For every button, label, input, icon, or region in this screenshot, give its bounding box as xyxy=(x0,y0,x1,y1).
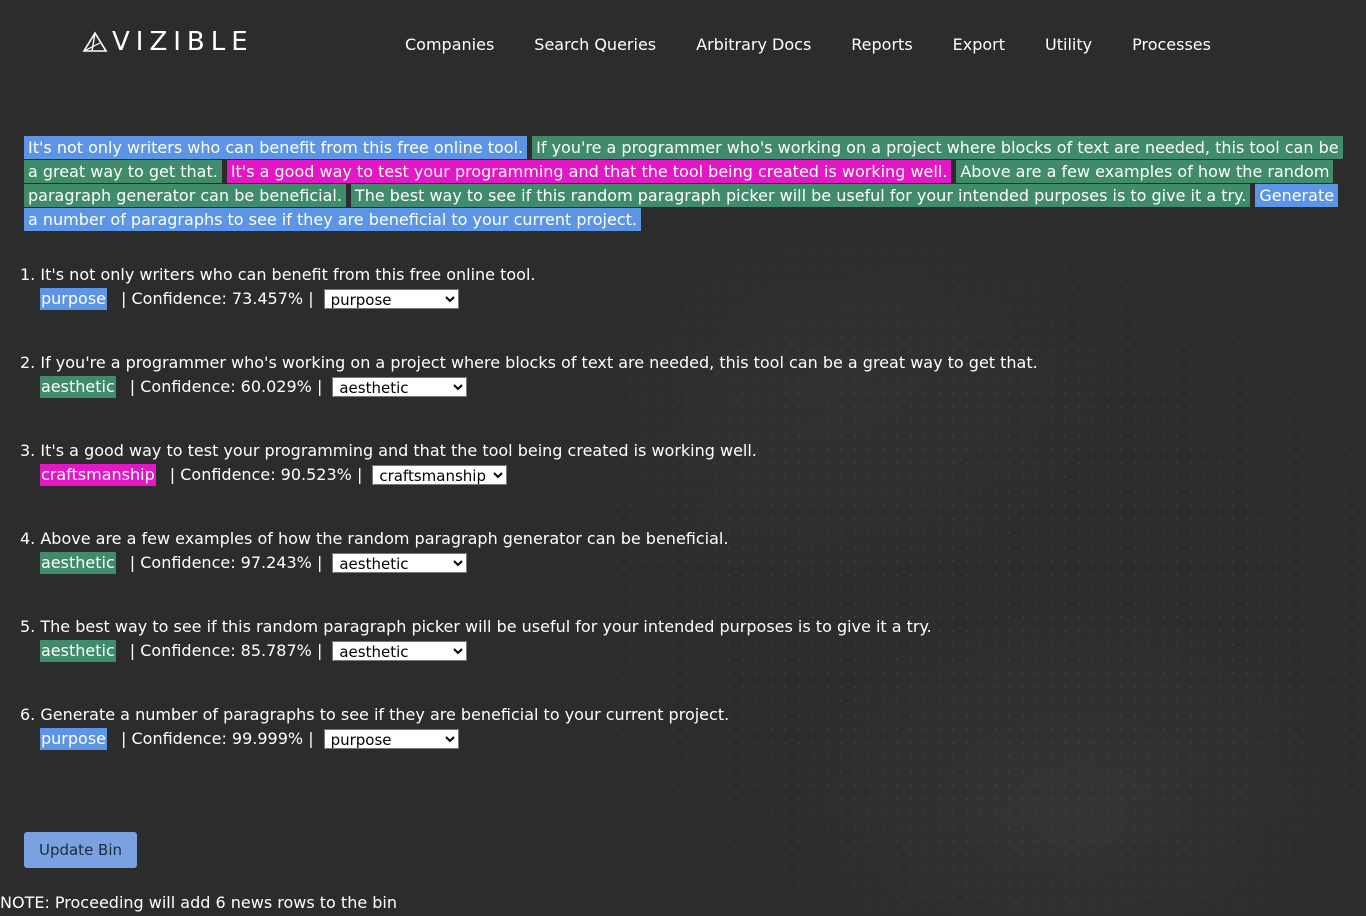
category-tag: aesthetic xyxy=(40,640,116,662)
category-tag: aesthetic xyxy=(40,376,116,398)
sentence-classification: aesthetic | Confidence: 60.029% | aesthe… xyxy=(40,376,468,398)
confidence-text: | Confidence: 73.457% | xyxy=(121,289,314,308)
category-select[interactable]: aesthetic xyxy=(332,377,468,397)
nav-processes[interactable]: Processes xyxy=(1132,35,1211,54)
sentence-text: Above are a few examples of how the rand… xyxy=(40,529,729,548)
sentence-text-line: 6. Generate a number of paragraphs to se… xyxy=(20,704,729,726)
sentence-number: 6. xyxy=(20,705,36,724)
nav-reports[interactable]: Reports xyxy=(851,35,912,54)
nav-utility[interactable]: Utility xyxy=(1045,35,1092,54)
sentence-text: Generate a number of paragraphs to see i… xyxy=(40,705,730,724)
proceed-note: NOTE: Proceeding will add 6 news rows to… xyxy=(0,893,397,912)
sentence-text-line: 5. The best way to see if this random pa… xyxy=(20,616,932,638)
sentence-item: 6. Generate a number of paragraphs to se… xyxy=(0,704,1366,792)
sentence-item: 4. Above are a few examples of how the r… xyxy=(0,528,1366,616)
category-tag: purpose xyxy=(40,288,107,310)
sentence-number: 1. xyxy=(20,265,36,284)
category-tag: craftsmanship xyxy=(40,464,156,486)
sentence-number: 4. xyxy=(20,529,36,548)
sentence-number: 5. xyxy=(20,617,36,636)
sentence-item: 1. It's not only writers who can benefit… xyxy=(0,264,1366,352)
pyramid-logo-icon xyxy=(82,31,108,52)
category-tag: aesthetic xyxy=(40,552,116,574)
sentence-classification: aesthetic | Confidence: 85.787% | aesthe… xyxy=(40,640,468,662)
update-bin-button[interactable]: Update Bin xyxy=(24,832,137,868)
confidence-text: | Confidence: 90.523% | xyxy=(169,465,363,484)
sentence-text: It's not only writers who can benefit fr… xyxy=(40,265,536,284)
sentence-text-line: 1. It's not only writers who can benefit… xyxy=(20,264,535,286)
highlight-segment-aesthetic: The best way to see if this random parag… xyxy=(350,184,1251,207)
sentence-text-line: 4. Above are a few examples of how the r… xyxy=(20,528,728,550)
logo[interactable]: VIZIBLE xyxy=(82,28,254,56)
sentence-text-line: 3. It's a good way to test your programm… xyxy=(20,440,757,462)
highlight-segment-purpose: It's not only writers who can benefit fr… xyxy=(24,136,528,159)
nav-arbitrary-docs[interactable]: Arbitrary Docs xyxy=(696,35,811,54)
category-select[interactable]: purpose xyxy=(323,289,459,309)
sentence-item: 5. The best way to see if this random pa… xyxy=(0,616,1366,704)
sentence-number: 3. xyxy=(20,441,36,460)
highlight-segment-craftsmanship: It's a good way to test your programming… xyxy=(226,160,952,183)
confidence-text: | Confidence: 97.243% | xyxy=(129,553,323,572)
category-tag: purpose xyxy=(40,728,107,750)
sentence-text: If you're a programmer who's working on … xyxy=(40,353,1038,372)
sentence-number: 2. xyxy=(20,353,36,372)
nav-export[interactable]: Export xyxy=(953,35,1005,54)
sentence-classification: aesthetic | Confidence: 97.243% | aesthe… xyxy=(40,552,468,574)
category-select[interactable]: aesthetic xyxy=(332,641,468,661)
sentence-item: 2. If you're a programmer who's working … xyxy=(0,352,1366,440)
logo-text: VIZIBLE xyxy=(112,27,254,57)
confidence-text: | Confidence: 85.787% | xyxy=(129,641,323,660)
sentence-item: 3. It's a good way to test your programm… xyxy=(0,440,1366,528)
nav-companies[interactable]: Companies xyxy=(405,35,494,54)
sentence-list: 1. It's not only writers who can benefit… xyxy=(0,264,1366,792)
sentence-text-line: 2. If you're a programmer who's working … xyxy=(20,352,1038,374)
category-select[interactable]: aesthetic xyxy=(332,553,468,573)
category-select[interactable]: craftsmanship xyxy=(372,465,508,485)
nav-search-queries[interactable]: Search Queries xyxy=(534,35,656,54)
confidence-text: | Confidence: 60.029% | xyxy=(129,377,323,396)
header: VIZIBLE Companies Search Queries Arbitra… xyxy=(0,0,1366,90)
category-select[interactable]: purpose xyxy=(323,729,459,749)
sentence-classification: craftsmanship | Confidence: 90.523% | cr… xyxy=(40,464,508,486)
highlighted-paragraph: It's not only writers who can benefit fr… xyxy=(24,136,1343,232)
confidence-text: | Confidence: 99.999% | xyxy=(121,729,314,748)
sentence-text: It's a good way to test your programming… xyxy=(40,441,757,460)
main-nav: Companies Search Queries Arbitrary Docs … xyxy=(405,35,1211,54)
sentence-text: The best way to see if this random parag… xyxy=(40,617,932,636)
sentence-classification: purpose | Confidence: 99.999% | purpose xyxy=(40,728,459,750)
sentence-classification: purpose | Confidence: 73.457% | purpose xyxy=(40,288,459,310)
